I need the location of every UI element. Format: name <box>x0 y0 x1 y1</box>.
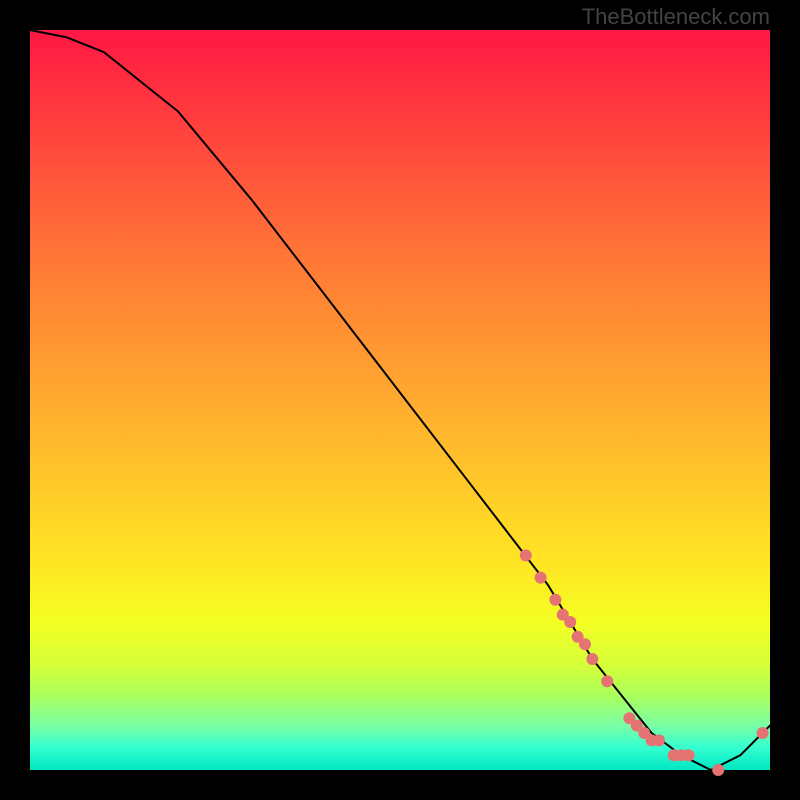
data-point <box>549 594 561 606</box>
scatter-markers <box>520 549 769 776</box>
plot-gradient-area <box>30 30 770 770</box>
data-point <box>601 675 613 687</box>
data-point <box>564 616 576 628</box>
data-point <box>579 638 591 650</box>
bottleneck-curve <box>30 30 770 770</box>
data-point <box>653 734 665 746</box>
chart-svg <box>30 30 770 770</box>
data-point <box>683 749 695 761</box>
chart-frame: TheBottleneck.com <box>0 0 800 800</box>
watermark-text: TheBottleneck.com <box>582 4 770 30</box>
data-point <box>757 727 769 739</box>
data-point <box>712 764 724 776</box>
data-point <box>586 653 598 665</box>
data-point <box>535 572 547 584</box>
data-point <box>520 549 532 561</box>
